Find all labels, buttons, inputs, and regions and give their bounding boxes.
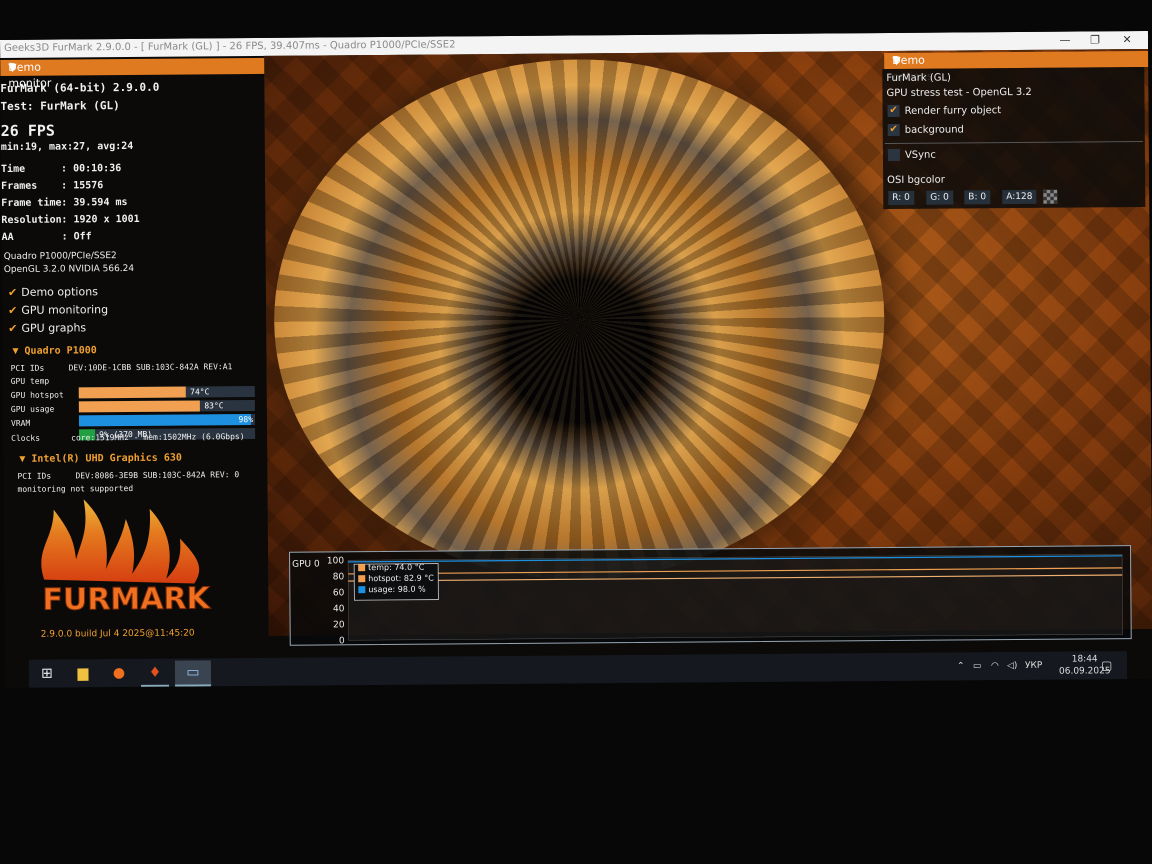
bgcolor-a-field[interactable]: A:128 — [1002, 189, 1037, 205]
gpu1-clocks: Clocks core:1519MHz - mem:1502MHz (6.0Gbp… — [11, 432, 245, 443]
y-tick-label: 60 — [333, 588, 345, 598]
opengl-version: OpenGL 3.2.0 NVIDIA 566.24 — [3, 263, 135, 275]
minimize-button[interactable]: — — [1050, 32, 1080, 50]
firefox-icon[interactable]: ● — [105, 661, 133, 685]
windows-taskbar: ⊞ ▆ ● ♦ ▭ ⌃ ▭ ◠ ◁) УКР 18:44 06.09.2025 ▢ — [28, 651, 1128, 688]
notifications-icon[interactable]: ▢ — [1101, 651, 1113, 679]
fps-readout: 26 FPS — [0, 121, 55, 140]
logo-text: FURMARK — [42, 581, 211, 617]
vsync-checkbox[interactable]: VSync — [887, 148, 936, 162]
furmark-logo: FURMARK — [33, 468, 214, 629]
background-checkbox[interactable]: ✔ background — [887, 123, 964, 137]
windows-start-icon[interactable]: ⊞ — [33, 662, 61, 686]
sensor-bar: 83°C — [78, 400, 255, 413]
checkmark-icon: ✔ — [887, 104, 900, 118]
y-tick-label: 20 — [333, 620, 345, 630]
color-swatch-icon[interactable] — [1043, 189, 1058, 204]
sensor-bar-fill — [78, 386, 187, 399]
check-gpu-monitoring[interactable]: ✔ GPU monitoring — [8, 303, 108, 317]
fur-donut-object — [272, 57, 887, 582]
gpu-graph-panel: GPU 0 100 80 60 40 20 0 temp: 74.0 °C hotspot:… — [289, 545, 1132, 646]
legend-label: temp: 74.0 °C — [368, 563, 425, 572]
stat-row: AA: Off — [1, 231, 92, 243]
check-demo-options[interactable]: ✔ Demo options — [8, 285, 98, 299]
checkmark-icon: ✔ — [8, 321, 18, 335]
legend-label: usage: 98.0 % — [368, 585, 426, 594]
stat-row: Time: 00:10:36 — [0, 163, 122, 175]
gpu1-header[interactable]: ▼ Quadro P1000 — [12, 345, 96, 357]
checkmark-icon: ✔ — [7, 285, 18, 299]
app-version: FurMark (64-bit) 2.9.0.0 — [0, 80, 160, 95]
gpu1-pci: PCI IDs DEV:10DE-1CBB SUB:103C-842A REV:A… — [10, 362, 233, 373]
app-window-taskbar-icon[interactable]: ▭ — [174, 660, 212, 687]
bgcolor-b-field[interactable]: B: 0 — [964, 190, 991, 205]
checkbox-empty-icon — [887, 148, 900, 162]
legend-label: hotspot: 82.9 °C — [368, 574, 434, 584]
stat-row: Frames: 15576 — [1, 180, 104, 192]
y-tick-label: 0 — [339, 636, 345, 644]
sensor-value: 74°C — [190, 387, 210, 397]
demo-monitor-header[interactable]: ▼ Demo monitor — [0, 57, 265, 90]
sensor-bar-fill — [78, 414, 252, 427]
gpu-sensor-row: VRAM 9% (370 MB) — [11, 418, 256, 441]
collapse-arrow-icon: ▼ — [19, 453, 26, 465]
check-gpu-graphs[interactable]: ✔ GPU graphs — [8, 321, 86, 335]
build-info: 2.9.0.0 build Jul 4 2025@11:45:20 — [40, 628, 195, 640]
y-tick-label: 40 — [333, 604, 345, 614]
render-furry-checkbox[interactable]: ✔ Render furry object — [887, 104, 1001, 118]
bgcolor-g-field[interactable]: G: 0 — [926, 190, 953, 205]
battery-icon[interactable]: ▭ — [973, 652, 982, 680]
demo-description: GPU stress test - OpenGL 3.2 — [886, 86, 1032, 100]
close-button[interactable]: ✕ — [1112, 31, 1142, 49]
language-indicator[interactable]: УКР — [1025, 652, 1043, 680]
gpu-sensor-row: GPU usage 98% — [11, 404, 256, 427]
sensor-bar: 74°C — [78, 386, 255, 399]
demo-name: FurMark (GL) — [886, 72, 951, 85]
sensor-value: 98% — [238, 415, 254, 425]
volume-icon[interactable]: ◁) — [1007, 652, 1018, 680]
y-tick-label: 100 — [327, 556, 345, 566]
monitor-screen: Geeks3D FurMark 2.9.0.0 - [ FurMark (GL)… — [0, 30, 1152, 688]
legend-swatch — [358, 575, 366, 583]
sensor-bar-fill — [78, 400, 201, 413]
chevron-up-icon[interactable]: ⌃ — [957, 652, 965, 680]
legend-swatch — [358, 564, 366, 572]
gpu-sensor-row: GPU hotspot 83°C — [11, 390, 255, 413]
legend-swatch — [358, 586, 366, 594]
maximize-button[interactable]: ❐ — [1080, 31, 1110, 49]
file-explorer-icon[interactable]: ▆ — [69, 661, 97, 685]
wifi-icon[interactable]: ◠ — [991, 652, 999, 680]
graph-title: GPU 0 — [292, 560, 320, 570]
gpu-sensor-row: GPU temp 74°C — [11, 376, 255, 399]
clock-time: 18:44 — [1071, 654, 1098, 665]
checkmark-icon: ✔ — [8, 303, 18, 317]
stat-row: Frame time: 39.594 ms — [1, 197, 128, 209]
gpu2-header[interactable]: ▼ Intel(R) UHD Graphics 630 — [19, 453, 182, 465]
plot-area — [347, 553, 1123, 641]
test-name: Test: FurMark (GL) — [0, 99, 120, 113]
collapse-arrow-icon: ▼ — [12, 345, 19, 357]
checkmark-icon: ✔ — [887, 123, 900, 137]
sensor-bar: 98% — [78, 414, 256, 427]
bgcolor-label: OSI bgcolor — [887, 174, 945, 187]
renderer-name: Quadro P1000/PCIe/SSE2 — [3, 251, 117, 262]
y-tick-label: 80 — [333, 572, 345, 582]
sensor-value: 83°C — [204, 401, 224, 411]
fps-minmax: min:19, max:27, avg:24 — [0, 140, 134, 153]
stat-row: Resolution: 1920 x 1001 — [1, 213, 140, 226]
furmark-taskbar-icon[interactable]: ♦ — [140, 660, 170, 687]
bgcolor-r-field[interactable]: R: 0 — [888, 190, 914, 206]
